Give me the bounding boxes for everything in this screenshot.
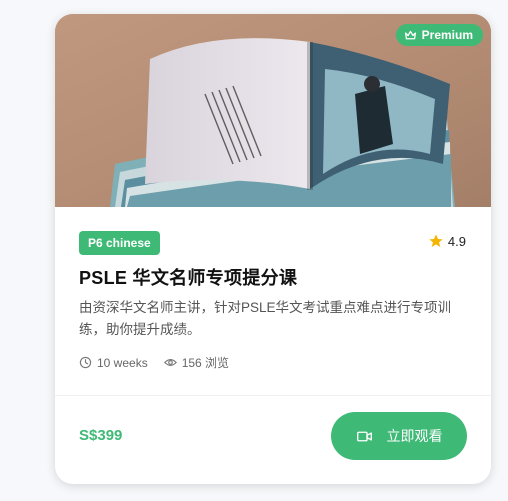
duration-text: 10 weeks [97, 355, 148, 370]
rating: 4.9 [428, 233, 466, 249]
premium-badge: Premium [395, 24, 483, 46]
category-tag: P6 chinese [79, 231, 160, 255]
watch-now-button[interactable]: 立即观看 [331, 412, 467, 460]
premium-label: Premium [421, 28, 473, 42]
course-description: 由资深华文名师主讲，针对PSLE华文考试重点难点进行专项训练，助你提升成绩。 [79, 300, 452, 337]
duration: 10 weeks [79, 356, 148, 370]
video-camera-icon [356, 431, 372, 441]
course-title: PSLE 华文名师专项提分课 [79, 268, 298, 288]
divider [55, 395, 491, 396]
watch-now-label: 立即观看 [386, 428, 443, 444]
price: S$399 [79, 427, 123, 444]
eye-icon [163, 359, 177, 366]
views-text: 156 浏览 [181, 356, 230, 370]
crown-icon [404, 30, 416, 39]
clock-icon [79, 356, 92, 369]
course-cover-image: Premium [55, 14, 491, 207]
views: 156 浏览 [163, 354, 230, 371]
course-meta: 10 weeks 156 浏览 [79, 354, 245, 371]
star-icon [429, 234, 443, 247]
course-card[interactable]: Premium P6 chinese 4.9 PSLE 华文名师专项提分课 由资… [55, 14, 491, 484]
rating-value: 4.9 [447, 233, 466, 249]
